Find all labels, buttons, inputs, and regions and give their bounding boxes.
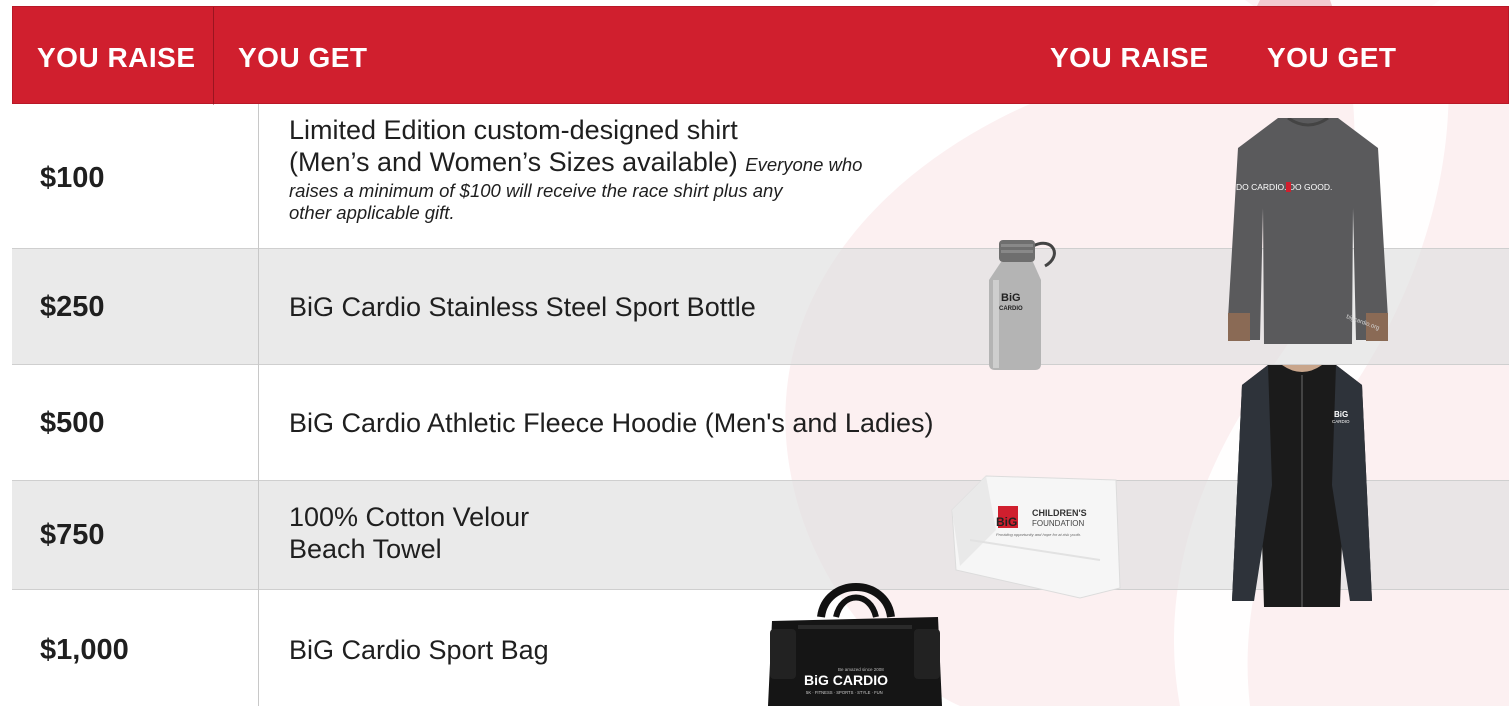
towel-logo-title: CHILDREN'S bbox=[1032, 508, 1087, 518]
towel-logo: BiG bbox=[996, 515, 1017, 529]
bottle-logo-sub: CARDIO bbox=[999, 306, 1023, 312]
shirt-print: DO CARDIO. DO GOOD. bbox=[1236, 182, 1332, 192]
reward-description: 100% Cotton Velour Beach Towel bbox=[289, 501, 529, 565]
header-divider bbox=[213, 7, 214, 105]
hoodie-image: BiG CARDIO bbox=[1232, 365, 1372, 607]
shirt-image: DO CARDIO. DO GOOD. bigcardio.org bbox=[1228, 118, 1388, 344]
reward-description: Limited Edition custom-designed shirt (M… bbox=[289, 114, 862, 226]
towel-tagline: Providing opportunity and hope for at-ri… bbox=[996, 532, 1081, 537]
hoodie-logo-sub: CARDIO bbox=[1332, 419, 1350, 424]
reward-subtitle: (Men’s and Women’s Sizes available) Ever… bbox=[289, 146, 862, 178]
header-you-raise-secondary: YOU RAISE bbox=[1050, 42, 1209, 73]
header-you-get: YOU GET bbox=[238, 42, 368, 73]
table-header: YOU RAISE YOU GET YOU RAISE YOU GET bbox=[12, 6, 1509, 105]
bottle-image: BiG CARDIO bbox=[989, 240, 1056, 370]
header-you-raise: YOU RAISE bbox=[37, 42, 196, 73]
reward-title: BiG Cardio Sport Bag bbox=[289, 635, 549, 665]
bag-tagline: 5K · FITNESS · SPORTS · STYLE · FUN bbox=[806, 690, 883, 695]
reward-title: BiG Cardio Athletic Fleece Hoodie (Men's… bbox=[289, 408, 934, 438]
reward-title: BiG Cardio Stainless Steel Sport Bottle bbox=[289, 292, 756, 322]
reward-note-start: Everyone who bbox=[745, 154, 863, 175]
bag-logo: BiG CARDIO bbox=[804, 672, 888, 688]
raise-amount: $1,000 bbox=[40, 634, 129, 666]
reward-subtitle: Beach Towel bbox=[289, 534, 442, 564]
sport-bag-image: Be amazed since 2008 BiG CARDIO 5K · FIT… bbox=[768, 583, 942, 706]
hoodie-logo: BiG bbox=[1334, 410, 1348, 419]
raise-amount: $500 bbox=[40, 407, 105, 439]
raise-amount: $750 bbox=[40, 519, 105, 551]
towel-image: BiG CHILDREN'S FOUNDATION Providing oppo… bbox=[951, 475, 1121, 599]
raise-amount: $100 bbox=[40, 162, 105, 194]
towel-logo-subtitle: FOUNDATION bbox=[1032, 519, 1085, 528]
header-you-get-secondary: YOU GET bbox=[1267, 42, 1397, 73]
table-row: $1,000 BiG Cardio Sport Bag bbox=[12, 590, 1509, 706]
reward-sizes: (Men’s and Women’s Sizes available) bbox=[289, 147, 738, 177]
reward-title: 100% Cotton Velour bbox=[289, 502, 530, 532]
raise-amount: $250 bbox=[40, 291, 105, 323]
reward-title: Limited Edition custom-designed shirt bbox=[289, 115, 738, 145]
column-divider bbox=[258, 104, 259, 706]
bottle-logo: BiG bbox=[1001, 292, 1021, 304]
